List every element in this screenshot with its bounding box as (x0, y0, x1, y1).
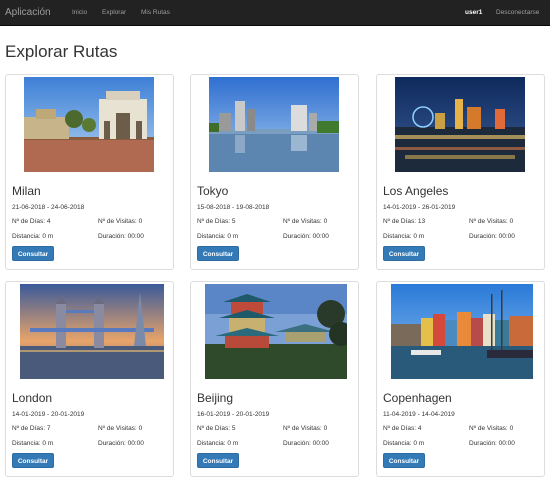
duration-field: Duración: 00:00 (98, 440, 144, 447)
consultar-button[interactable]: Consultar (197, 453, 239, 468)
days-field: Nº de Días: 5 (197, 425, 236, 432)
duration-field: Duración: 00:00 (469, 233, 515, 240)
nav-explorar[interactable]: Explorar (102, 9, 126, 16)
route-dates: 14-01-2019 - 20-01-2019 (12, 411, 85, 418)
route-dates: 14-01-2019 - 26-01-2019 (383, 204, 456, 211)
route-image (391, 284, 533, 379)
route-image (20, 284, 164, 379)
days-field: Nº de Días: 4 (12, 218, 51, 225)
route-image (205, 284, 347, 379)
route-city: Beijing (197, 391, 234, 405)
consultar-button[interactable]: Consultar (383, 246, 425, 261)
route-city: London (12, 391, 53, 405)
nav-user[interactable]: user1 (465, 9, 482, 16)
duration-field: Duración: 00:00 (98, 233, 144, 240)
duration-field: Duración: 00:00 (283, 233, 329, 240)
visits-field: Nº de Visitas: 0 (469, 218, 514, 225)
top-navbar: Aplicación Inicio Explorar Mis Rutas use… (0, 0, 550, 26)
visits-field: Nº de Visitas: 0 (98, 425, 143, 432)
nav-inicio[interactable]: Inicio (72, 9, 87, 16)
nav-mis-rutas[interactable]: Mis Rutas (141, 9, 170, 16)
route-image (24, 77, 154, 172)
distance-field: Distancia: 0 m (197, 233, 239, 240)
route-city: Copenhagen (383, 391, 452, 405)
distance-field: Distancia: 0 m (12, 233, 54, 240)
route-image (395, 77, 525, 172)
route-dates: 16-01-2019 - 20-01-2019 (197, 411, 270, 418)
days-field: Nº de Días: 7 (12, 425, 51, 432)
consultar-button[interactable]: Consultar (12, 246, 54, 261)
route-city: Los Angeles (383, 184, 449, 198)
route-dates: 15-08-2018 - 19-08-2018 (197, 204, 270, 211)
consultar-button[interactable]: Consultar (197, 246, 239, 261)
visits-field: Nº de Visitas: 0 (469, 425, 514, 432)
route-card: Copenhagen 11-04-2019 - 14-04-2019 Nº de… (376, 281, 545, 477)
visits-field: Nº de Visitas: 0 (283, 425, 328, 432)
route-card: Tokyo 15-08-2018 - 19-08-2018 Nº de Días… (190, 74, 359, 270)
route-card: Los Angeles 14-01-2019 - 26-01-2019 Nº d… (376, 74, 545, 270)
page-title: Explorar Rutas (5, 42, 118, 61)
days-field: Nº de Días: 5 (197, 218, 236, 225)
duration-field: Duración: 00:00 (283, 440, 329, 447)
nav-logout[interactable]: Desconectarse (496, 9, 539, 16)
duration-field: Duración: 00:00 (469, 440, 515, 447)
consultar-button[interactable]: Consultar (383, 453, 425, 468)
brand-link[interactable]: Aplicación (5, 7, 51, 18)
distance-field: Distancia: 0 m (383, 233, 425, 240)
distance-field: Distancia: 0 m (197, 440, 239, 447)
route-card: Milan 21-06-2018 - 24-06-2018 Nº de Días… (5, 74, 174, 270)
consultar-button[interactable]: Consultar (12, 453, 54, 468)
route-city: Milan (12, 184, 41, 198)
route-card: London 14-01-2019 - 20-01-2019 Nº de Día… (5, 281, 174, 477)
route-dates: 21-06-2018 - 24-06-2018 (12, 204, 85, 211)
route-dates: 11-04-2019 - 14-04-2019 (383, 411, 455, 418)
distance-field: Distancia: 0 m (383, 440, 425, 447)
days-field: Nº de Días: 13 (383, 218, 426, 225)
route-city: Tokyo (197, 184, 229, 198)
route-card: Beijing 16-01-2019 - 20-01-2019 Nº de Dí… (190, 281, 359, 477)
visits-field: Nº de Visitas: 0 (283, 218, 328, 225)
visits-field: Nº de Visitas: 0 (98, 218, 143, 225)
route-image (209, 77, 339, 172)
days-field: Nº de Días: 4 (383, 425, 422, 432)
distance-field: Distancia: 0 m (12, 440, 54, 447)
